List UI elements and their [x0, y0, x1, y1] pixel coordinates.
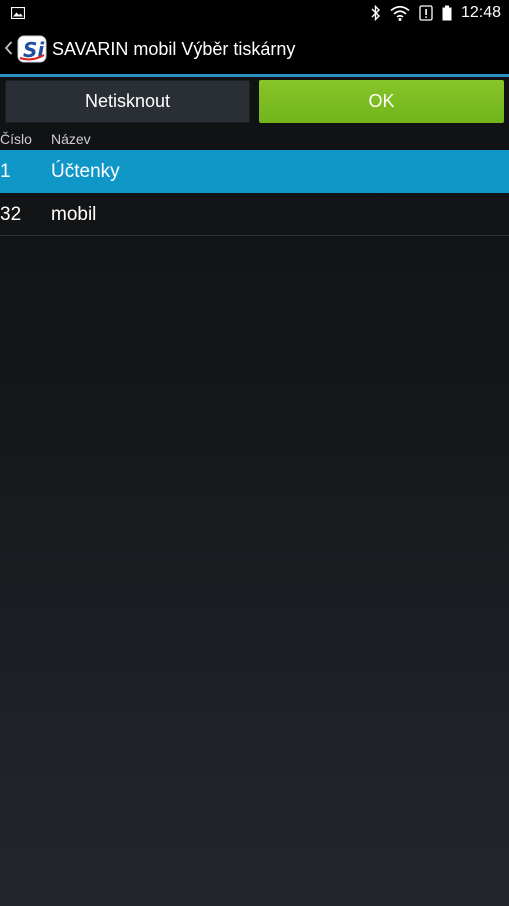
printer-name: Účtenky [51, 161, 120, 182]
printer-number: 32 [0, 204, 22, 225]
status-bar: 12:48 [0, 0, 509, 26]
column-header-number: Číslo [0, 131, 32, 147]
action-bar: Si SAVARIN mobil Výběr tiskárny [0, 26, 509, 74]
printer-row[interactable]: 1 Účtenky [0, 150, 509, 193]
ok-button[interactable]: OK [259, 80, 504, 123]
battery-icon [442, 5, 452, 21]
wifi-icon [390, 5, 410, 21]
bluetooth-icon [371, 5, 381, 21]
action-bar-divider [0, 74, 509, 77]
printer-list: 1 Účtenky 32 mobil [0, 150, 509, 236]
printer-row[interactable]: 32 mobil [0, 193, 509, 236]
printer-number: 1 [0, 161, 11, 182]
no-print-button[interactable]: Netisknout [5, 80, 250, 123]
table-header: Číslo Název [0, 128, 509, 150]
column-header-name: Název [51, 131, 91, 147]
page-title: SAVARIN mobil Výběr tiskárny [52, 39, 296, 59]
image-notification-icon [10, 6, 26, 24]
ok-button-label: OK [368, 91, 395, 111]
no-print-button-label: Netisknout [84, 91, 171, 111]
status-icons: 12:48 [362, 0, 501, 26]
app-logo-icon[interactable]: Si [17, 35, 47, 63]
status-time: 12:48 [460, 4, 501, 21]
back-chevron-icon[interactable] [4, 40, 13, 61]
printer-name: mobil [51, 204, 97, 225]
alert-icon [419, 5, 433, 21]
